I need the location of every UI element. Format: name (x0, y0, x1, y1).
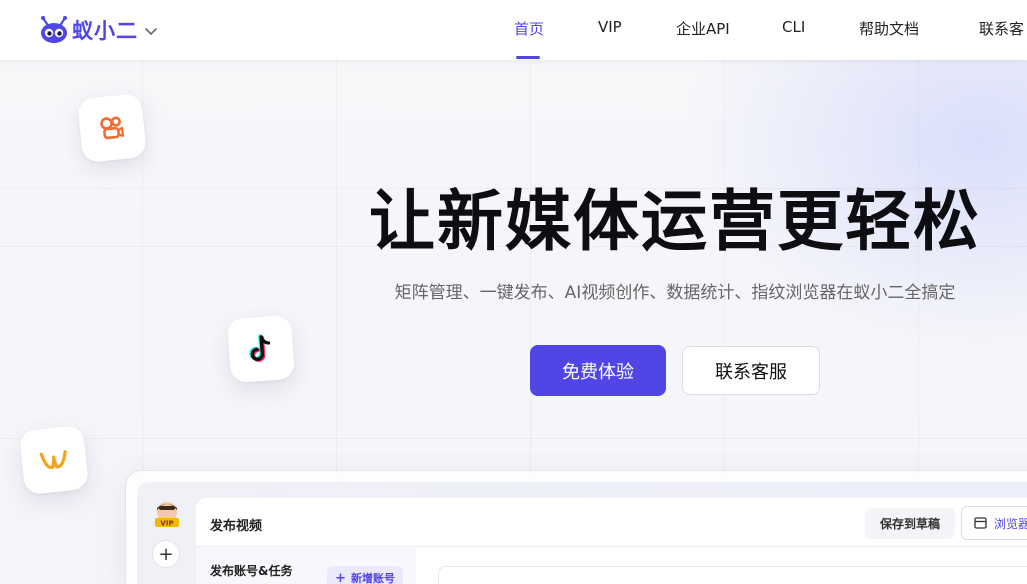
browser-button-label: 浏览器 (994, 516, 1027, 531)
kuaishou-icon (76, 92, 148, 164)
douyin-icon (226, 314, 296, 384)
nav-item-cli[interactable]: CLI (782, 18, 805, 36)
add-account-label: 新增账号 (350, 572, 395, 584)
nav-item-docs[interactable]: 帮助文档 (859, 18, 919, 39)
free-trial-button[interactable]: 免费体验 (530, 345, 666, 396)
hero-title: 让新媒体运营更轻松 (369, 183, 981, 260)
window-icon (974, 517, 987, 529)
nav-active-indicator (516, 56, 540, 59)
app-sidebar (137, 482, 195, 584)
add-account-button[interactable]: + 新增账号 (327, 566, 403, 584)
avatar[interactable]: VIP (153, 500, 181, 528)
top-header: 蚁小二 首页 VIP 企业API CLI 帮助文档 联系客 (0, 0, 1027, 60)
nav-item-vip[interactable]: VIP (598, 18, 622, 36)
weibo-video-icon (18, 424, 90, 496)
svg-text:VIP: VIP (160, 520, 173, 528)
chevron-down-icon[interactable] (144, 24, 158, 38)
browser-button[interactable]: 浏览器 (961, 506, 1027, 540)
nav-item-contact[interactable]: 联系客 (979, 18, 1024, 39)
nav-item-home[interactable]: 首页 (514, 18, 544, 39)
hero-subtitle: 矩阵管理、一键发布、AI视频创作、数据统计、指纹浏览器在蚁小二全搞定 (394, 283, 956, 303)
save-draft-button[interactable]: 保存到草稿 (865, 508, 955, 539)
ant-logo-icon (41, 16, 67, 43)
content-editor[interactable] (438, 566, 1027, 584)
panel-title: 发布视频 (210, 519, 263, 534)
plus-icon: + (335, 570, 346, 584)
nav-item-api[interactable]: 企业API (676, 18, 730, 39)
brand-name: 蚁小二 (72, 19, 138, 43)
account-column-title: 发布账号&任务 (210, 564, 293, 578)
add-button[interactable]: + (152, 540, 180, 568)
brand-logo[interactable]: 蚁小二 (38, 14, 158, 46)
contact-support-button[interactable]: 联系客服 (682, 346, 820, 395)
